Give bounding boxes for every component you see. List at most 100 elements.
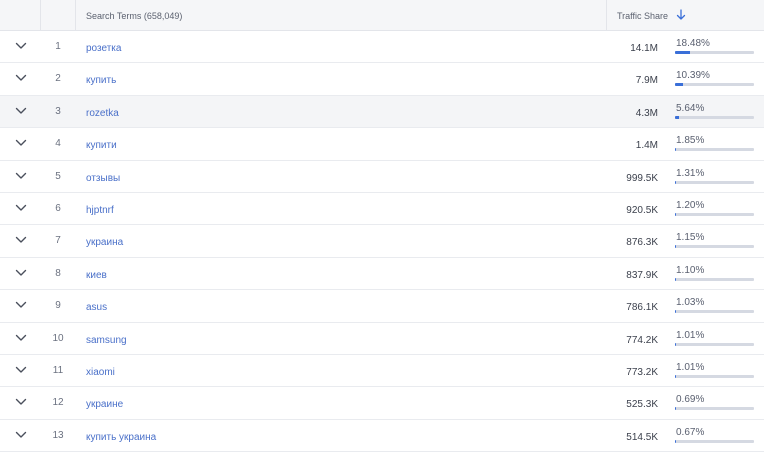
table-row[interactable]: 12 украине 525.3K 0.69% — [0, 387, 764, 420]
chevron-down-icon[interactable] — [15, 301, 27, 309]
table-body: 1 розетка 14.1M 18.48% 2 купить 7.9M 10.39% 3 roz… — [0, 31, 764, 452]
table-row[interactable]: 10 samsung 774.2K 1.01% — [0, 323, 764, 355]
table-row[interactable]: 3 rozetka 4.3M 5.64% — [0, 95, 764, 129]
traffic-share-bar-fill — [675, 342, 676, 346]
traffic-share-percent: 1.03% — [676, 297, 705, 309]
table-row[interactable]: 7 украина 876.3K 1.15% — [0, 225, 764, 258]
traffic-value: 999.5K — [626, 172, 658, 184]
row-rank: 7 — [55, 235, 61, 247]
search-term-link[interactable]: украина — [86, 237, 123, 248]
traffic-value: 920.5K — [626, 204, 658, 216]
table-row[interactable]: 9 asus 786.1K 1.03% — [0, 290, 764, 323]
table-row[interactable]: 4 купити 1.4M 1.85% — [0, 128, 764, 161]
traffic-share-bar — [675, 83, 754, 87]
chevron-down-icon[interactable] — [15, 269, 27, 277]
traffic-share-percent: 18.48% — [676, 38, 710, 49]
traffic-share-bar — [675, 212, 754, 216]
chevron-down-icon[interactable] — [15, 139, 27, 147]
traffic-share-bar — [675, 407, 754, 411]
traffic-value: 14.1M — [630, 43, 658, 54]
search-terms-header-label: Search Terms (658,049) — [86, 11, 183, 21]
table-row[interactable]: 6 hjptnrf 920.5K 1.20% — [0, 193, 764, 226]
chevron-down-icon[interactable] — [15, 107, 27, 115]
traffic-share-percent: 10.39% — [676, 70, 710, 82]
row-rank: 4 — [55, 138, 61, 150]
search-term-link[interactable]: розетка — [86, 43, 121, 54]
chevron-down-icon[interactable] — [15, 398, 27, 406]
search-term-link[interactable]: asus — [86, 302, 107, 313]
traffic-value: 837.9K — [626, 269, 658, 281]
search-term-link[interactable]: отзывы — [86, 173, 120, 184]
row-rank: 10 — [52, 332, 64, 344]
chevron-down-icon[interactable] — [15, 42, 27, 50]
row-rank: 11 — [52, 364, 64, 376]
search-term-link[interactable]: купить — [86, 75, 116, 86]
traffic-share-bar-fill — [675, 83, 684, 87]
search-term-link[interactable]: купить украина — [86, 432, 156, 443]
traffic-share-bar — [675, 115, 754, 119]
table-row[interactable]: 5 отзывы 999.5K 1.31% — [0, 161, 764, 193]
chevron-down-icon[interactable] — [15, 204, 27, 212]
chevron-down-icon[interactable] — [15, 366, 27, 374]
search-term-link[interactable]: украине — [86, 399, 123, 410]
chevron-down-icon[interactable] — [15, 74, 27, 82]
table-row[interactable]: 13 купить украина 514.5K 0.67% — [0, 420, 764, 452]
chevron-down-icon[interactable] — [15, 431, 27, 439]
traffic-share-percent: 1.10% — [676, 264, 705, 276]
row-rank: 12 — [52, 397, 64, 409]
traffic-value: 7.9M — [635, 75, 658, 87]
traffic-share-bar — [675, 439, 754, 443]
traffic-value: 4.3M — [635, 107, 658, 119]
traffic-share-bar-fill — [675, 115, 680, 119]
expand-column-header — [0, 0, 41, 30]
traffic-share-bar — [675, 277, 754, 281]
table-row[interactable]: 2 купить 7.9M 10.39% — [0, 63, 764, 96]
search-term-link[interactable]: hjptnrf — [86, 205, 114, 216]
traffic-share-bar-fill — [675, 245, 676, 249]
arrow-down-icon[interactable] — [676, 9, 686, 21]
traffic-share-bar — [675, 310, 754, 314]
traffic-share-percent: 1.15% — [676, 232, 705, 244]
rank-column-header — [41, 0, 76, 30]
traffic-share-bar-fill — [675, 310, 676, 314]
traffic-share-percent: 1.01% — [676, 361, 705, 373]
traffic-value: 774.2K — [626, 334, 658, 346]
traffic-share-bar — [675, 245, 754, 249]
traffic-value: 514.5K — [626, 431, 658, 443]
row-rank: 3 — [55, 105, 61, 117]
traffic-share-bar-fill — [675, 148, 677, 152]
search-term-link[interactable]: киев — [86, 270, 107, 281]
row-rank: 2 — [55, 73, 61, 85]
chevron-down-icon[interactable] — [15, 236, 27, 244]
row-rank: 1 — [55, 41, 61, 52]
traffic-share-bar — [675, 342, 754, 346]
search-term-link[interactable]: samsung — [86, 335, 127, 346]
table-row[interactable]: 11 xiaomi 773.2K 1.01% — [0, 355, 764, 388]
search-term-link[interactable]: xiaomi — [86, 367, 115, 378]
traffic-share-percent: 1.01% — [676, 329, 705, 341]
row-rank: 9 — [55, 300, 61, 312]
traffic-value: 786.1K — [626, 302, 658, 314]
traffic-share-percent: 0.67% — [676, 426, 705, 438]
traffic-share-percent: 1.31% — [676, 167, 705, 179]
traffic-share-bar — [675, 180, 754, 184]
chevron-down-icon[interactable] — [15, 334, 27, 342]
chevron-down-icon[interactable] — [15, 172, 27, 180]
table-header: Search Terms (658,049) Traffic Share — [0, 0, 764, 31]
search-term-link[interactable]: купити — [86, 140, 117, 151]
search-terms-table: Search Terms (658,049) Traffic Share 1 ро… — [0, 0, 764, 452]
row-rank: 6 — [55, 202, 61, 214]
traffic-share-header-label: Traffic Share — [617, 11, 669, 21]
traffic-share-bar-fill — [675, 51, 690, 54]
traffic-share-bar — [675, 148, 754, 152]
traffic-share-bar-fill — [675, 180, 677, 184]
traffic-share-bar-fill — [675, 407, 676, 411]
row-rank: 8 — [55, 267, 61, 279]
traffic-share-bar-fill — [675, 277, 676, 281]
search-terms-column-header[interactable]: Search Terms (658,049) — [76, 0, 607, 30]
table-row[interactable]: 8 киев 837.9K 1.10% — [0, 258, 764, 291]
traffic-share-bar-fill — [675, 374, 676, 378]
traffic-share-percent: 1.85% — [676, 135, 705, 147]
search-term-link[interactable]: rozetka — [86, 108, 119, 119]
table-row[interactable]: 1 розетка 14.1M 18.48% — [0, 31, 764, 64]
